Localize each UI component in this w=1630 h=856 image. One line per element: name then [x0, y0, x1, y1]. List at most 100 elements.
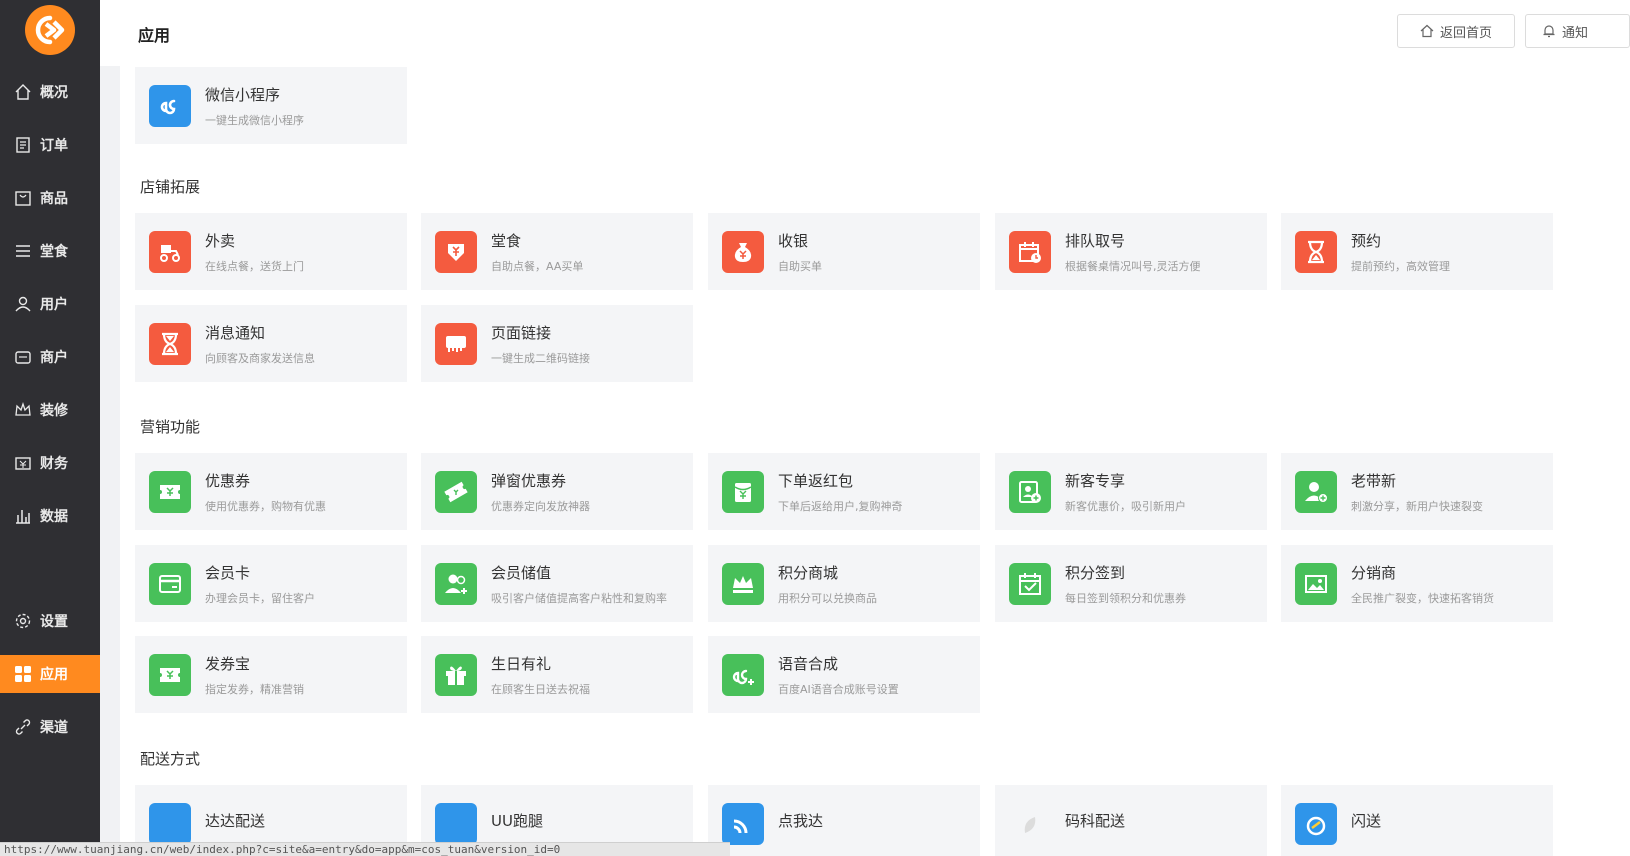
section-title-marketing: 营销功能	[140, 418, 201, 436]
nav-item-goods[interactable]: 商品	[0, 179, 100, 217]
app-card-points-mall[interactable]: 积分商城 用积分可以兑换商品	[708, 545, 980, 622]
card-desc: 每日签到领积分和优惠券	[1065, 591, 1186, 605]
wallet-icon	[14, 454, 32, 472]
app-card-member-card[interactable]: 会员卡 办理会员卡，留住客户	[135, 545, 407, 622]
card-desc: 一键生成二维码链接	[491, 351, 590, 365]
app-card-member-recharge[interactable]: 会员储值 吸引客户储值提高客户粘性和复购率	[421, 545, 693, 622]
card-title: 外卖	[205, 231, 236, 250]
redpacket-icon	[722, 470, 764, 513]
gift-icon	[435, 653, 477, 696]
nav-item-users[interactable]: 用户	[0, 285, 100, 323]
card-title: 弹窗优惠券	[491, 471, 567, 490]
app-card-popup-coupon[interactable]: 弹窗优惠券 优惠券定向发放神器	[421, 453, 693, 530]
card-desc: 自助买单	[778, 259, 822, 273]
card-title: 消息通知	[205, 323, 266, 342]
card-desc: 在顾客生日送去祝福	[491, 682, 590, 696]
miniprogram-icon	[149, 84, 191, 127]
app-card-cashier[interactable]: 收银 自助买单	[708, 213, 980, 290]
card-desc: 新客优惠价，吸引新用户	[1065, 499, 1186, 513]
nav-label: 堂食	[40, 244, 68, 260]
nav-item-dinein[interactable]: 堂食	[0, 232, 100, 270]
leaf-icon	[1009, 802, 1051, 845]
page-title: 应用	[138, 26, 171, 45]
home-icon	[1420, 24, 1434, 38]
back-home-button[interactable]: 返回首页	[1397, 14, 1515, 48]
app-card-notification[interactable]: 消息通知 向顾客及商家发送信息	[135, 305, 407, 382]
gear-icon	[14, 612, 32, 630]
card-title: UU跑腿	[491, 811, 543, 830]
nav-label: 用户	[40, 297, 68, 313]
app-card-new-customer[interactable]: 新客专享 新客优惠价，吸引新用户	[995, 453, 1267, 530]
nav-label: 数据	[40, 509, 68, 525]
app-card-voice-synthesis[interactable]: 语音合成 百度AI语音合成账号设置	[708, 636, 980, 713]
moneybag-icon	[722, 230, 764, 273]
card-title: 新客专享	[1065, 471, 1126, 490]
app-card-birthday-gift[interactable]: 生日有礼 在顾客生日送去祝福	[421, 636, 693, 713]
card-title: 码科配送	[1065, 811, 1126, 830]
nav-item-apps[interactable]: 应用	[0, 655, 100, 693]
image-icon	[1295, 562, 1337, 605]
card-desc: 自助点餐，AA买单	[491, 259, 584, 273]
app-card-takeaway[interactable]: 外卖 在线点餐，送货上门	[135, 213, 407, 290]
nav-item-decoration[interactable]: 装修	[0, 391, 100, 429]
dinein-icon	[435, 230, 477, 273]
notification-button[interactable]: 通知	[1525, 14, 1630, 48]
calendar-check-icon	[1009, 562, 1051, 605]
nav-item-overview[interactable]: 概况	[0, 73, 100, 111]
app-card-dianwoda[interactable]: 点我达	[708, 785, 980, 856]
sidebar: 概况 订单 商品 堂食 用户 商户 装修 财务 数据 设置 应用 渠道	[0, 0, 100, 856]
app-card-queue[interactable]: 排队取号 根据餐桌情况叫号,灵活方便	[995, 213, 1267, 290]
nav-item-merchants[interactable]: 商户	[0, 338, 100, 376]
card-desc: 全民推广裂变，快速拓客销货	[1351, 591, 1494, 605]
nav-label: 财务	[40, 456, 68, 472]
menu-icon	[14, 242, 32, 260]
app-card-wechat-miniprogram[interactable]: 微信小程序 一键生成微信小程序	[135, 67, 407, 144]
nav-item-settings[interactable]: 设置	[0, 602, 100, 640]
card-title: 会员储值	[491, 563, 552, 582]
nav-label: 应用	[40, 667, 68, 683]
app-card-order-redpacket[interactable]: 下单返红包 下单后返给用户,复购神奇	[708, 453, 980, 530]
card-title: 积分签到	[1065, 563, 1126, 582]
app-card-page-link[interactable]: 页面链接 一键生成二维码链接	[421, 305, 693, 382]
card-desc: 指定发券，精准营销	[205, 682, 304, 696]
app-card-coupon[interactable]: 优惠券 使用优惠券，购物有优惠	[135, 453, 407, 530]
app-card-points-checkin[interactable]: 积分签到 每日签到领积分和优惠券	[995, 545, 1267, 622]
nav-label: 概况	[40, 85, 68, 101]
referral-icon	[1295, 470, 1337, 513]
app-card-dinein[interactable]: 堂食 自助点餐，AA买单	[421, 213, 693, 290]
card-title: 语音合成	[778, 654, 839, 673]
main-content: 微信小程序 一键生成微信小程序 店铺拓展 外卖 在线点餐，送货上门 堂食 自助点…	[100, 66, 1630, 856]
coupon-icon	[149, 653, 191, 696]
card-title: 会员卡	[205, 563, 251, 582]
crown-icon	[722, 562, 764, 605]
delivery-icon	[435, 802, 477, 845]
flash-icon	[1295, 802, 1337, 845]
card-title: 优惠券	[205, 471, 251, 490]
card-desc: 根据餐桌情况叫号,灵活方便	[1065, 259, 1201, 273]
section-title-store: 店铺拓展	[140, 178, 201, 196]
nav-item-channels[interactable]: 渠道	[0, 708, 100, 746]
card-desc: 吸引客户储值提高客户粘性和复购率	[491, 591, 667, 605]
hourglass-icon	[1295, 230, 1337, 273]
nav-item-finance[interactable]: 财务	[0, 444, 100, 482]
app-card-make-delivery[interactable]: 码科配送	[995, 785, 1267, 856]
card-title: 点我达	[778, 811, 824, 830]
card-title: 下单返红包	[778, 471, 854, 490]
nav-item-orders[interactable]: 订单	[0, 126, 100, 164]
nav-label: 渠道	[40, 720, 68, 736]
card-desc: 使用优惠券，购物有优惠	[205, 499, 326, 513]
app-card-reservation[interactable]: 预约 提前预约，高效管理	[1281, 213, 1553, 290]
app-card-coupon-issuer[interactable]: 发券宝 指定发券，精准营销	[135, 636, 407, 713]
nav-item-data[interactable]: 数据	[0, 497, 100, 535]
app-card-flash-delivery[interactable]: 闪送	[1281, 785, 1553, 856]
home-icon	[14, 83, 32, 101]
card-title: 预约	[1351, 231, 1382, 250]
brand-logo[interactable]	[25, 5, 75, 55]
content-gutter	[100, 66, 120, 856]
app-card-distributor[interactable]: 分销商 全民推广裂变，快速拓客销货	[1281, 545, 1553, 622]
app-card-referral[interactable]: 老带新 刺激分享，新用户快速裂变	[1281, 453, 1553, 530]
card-title: 闪送	[1351, 811, 1382, 830]
scooter-icon	[149, 230, 191, 273]
coupon-icon	[149, 470, 191, 513]
card-desc: 一键生成微信小程序	[205, 113, 304, 127]
